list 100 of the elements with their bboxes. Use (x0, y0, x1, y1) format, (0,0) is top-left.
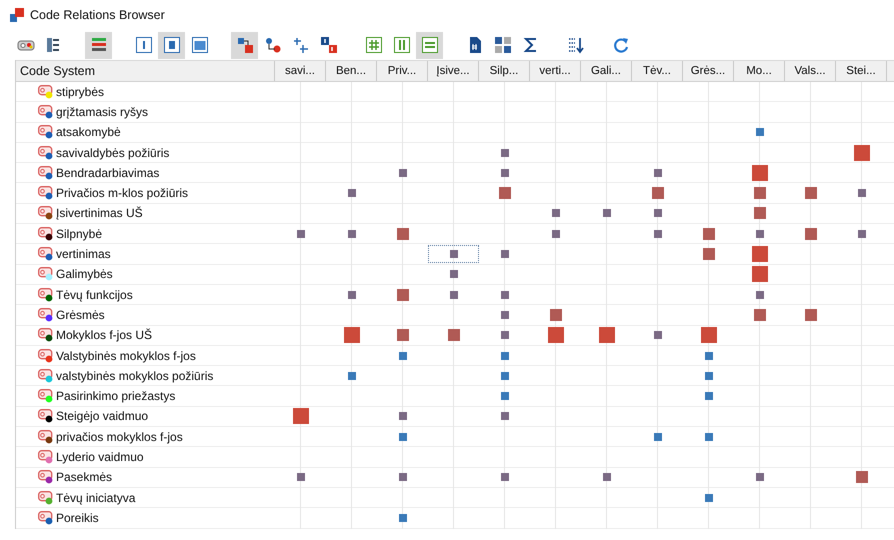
relation-square[interactable] (654, 168, 662, 177)
relation-square[interactable] (752, 246, 768, 262)
column-header[interactable]: Grės... (683, 61, 734, 81)
code-label[interactable]: savivaldybės požiūris (56, 146, 170, 160)
code-label[interactable]: stiprybės (56, 84, 104, 99)
column-header[interactable]: Code System (16, 61, 275, 81)
relation-square[interactable] (398, 514, 406, 522)
relation-square[interactable] (602, 473, 610, 482)
relation-square[interactable] (756, 128, 764, 136)
relation-square[interactable] (704, 352, 712, 360)
code-label[interactable]: Lyderio vaidmuo (56, 450, 144, 464)
relation-square[interactable] (292, 408, 308, 424)
column-header[interactable]: Įsive... (428, 61, 479, 81)
relation-square[interactable] (450, 290, 458, 299)
code-label[interactable]: Tėvų funkcijos (56, 288, 133, 302)
relation-square[interactable] (500, 250, 508, 258)
relation-square[interactable] (552, 209, 560, 218)
code-label[interactable]: atsakomybė (56, 125, 121, 140)
code-label[interactable]: Bendradarbiavimas (56, 166, 160, 180)
relation-square[interactable] (500, 148, 508, 157)
relation-square[interactable] (654, 230, 662, 238)
relation-square[interactable] (500, 331, 508, 340)
column-header[interactable]: Silp... (479, 61, 530, 81)
relation-square[interactable] (450, 270, 458, 278)
relation-square[interactable] (754, 207, 766, 220)
relation-square[interactable] (552, 230, 560, 238)
relation-square[interactable] (396, 228, 408, 240)
toolbar-button[interactable] (158, 32, 185, 58)
column-header[interactable]: Tėv... (632, 61, 683, 81)
code-label[interactable]: Tėvų iniciatyva (56, 490, 136, 505)
relation-square[interactable] (398, 352, 406, 360)
relation-square[interactable] (344, 327, 360, 344)
relation-square[interactable] (500, 168, 508, 177)
relation-square[interactable] (348, 230, 356, 238)
relation-square[interactable] (752, 266, 768, 282)
relation-square[interactable] (348, 372, 356, 380)
relation-square[interactable] (858, 230, 866, 238)
column-header[interactable]: Ben... (326, 61, 377, 81)
code-label[interactable]: Valstybinės mokyklos f-jos (56, 348, 196, 362)
relation-square[interactable] (498, 187, 510, 200)
relation-square[interactable] (654, 209, 662, 218)
code-label[interactable]: Privačios m-klos požiūris (56, 186, 188, 200)
code-label[interactable]: Grėsmės (56, 308, 105, 322)
column-header[interactable]: Priv... (377, 61, 428, 81)
relation-square[interactable] (754, 308, 766, 321)
relation-square[interactable] (858, 189, 866, 198)
relation-square[interactable] (548, 327, 564, 344)
code-label[interactable]: grįžtamasis ryšys (56, 104, 148, 119)
code-label[interactable]: Silpnybė (56, 226, 102, 241)
relation-square[interactable] (856, 471, 868, 484)
code-label[interactable]: valstybinės mokyklos požiūris (56, 368, 214, 383)
relation-square[interactable] (702, 228, 714, 240)
relation-square[interactable] (348, 189, 356, 198)
code-label[interactable]: Mokyklos f-jos UŠ (56, 328, 152, 342)
relation-square[interactable] (704, 432, 712, 441)
relation-square[interactable] (654, 331, 662, 340)
code-label[interactable]: privačios mokyklos f-jos (56, 430, 183, 444)
relation-square[interactable] (500, 392, 508, 400)
relation-square[interactable] (450, 250, 458, 258)
code-label[interactable]: Įsivertinimas UŠ (56, 206, 143, 220)
relation-square[interactable] (398, 168, 406, 177)
relation-square[interactable] (704, 392, 712, 400)
relation-square[interactable] (704, 494, 712, 502)
column-header[interactable]: Gali... (581, 61, 632, 81)
relation-square[interactable] (296, 230, 304, 238)
relation-square[interactable] (396, 288, 408, 301)
relation-square[interactable] (398, 412, 406, 420)
relation-square[interactable] (500, 473, 508, 482)
column-header[interactable]: Stei... (836, 61, 887, 81)
relation-square[interactable] (804, 187, 816, 200)
code-label[interactable]: Pasekmės (56, 470, 112, 484)
relation-square[interactable] (500, 412, 508, 420)
relation-square[interactable] (398, 432, 406, 441)
relation-square[interactable] (654, 432, 662, 441)
column-header[interactable]: Vals... (785, 61, 836, 81)
relation-square[interactable] (500, 372, 508, 380)
relation-square[interactable] (296, 473, 304, 482)
relation-square[interactable] (396, 329, 408, 342)
relation-square[interactable] (652, 187, 664, 200)
relation-square[interactable] (756, 290, 764, 299)
column-header[interactable]: verti... (530, 61, 581, 81)
toolbar-button[interactable] (85, 32, 112, 58)
relation-square[interactable] (500, 310, 508, 319)
relation-square[interactable] (854, 144, 870, 161)
relation-square[interactable] (702, 248, 714, 260)
relation-square[interactable] (700, 327, 716, 344)
relation-square[interactable] (704, 372, 712, 380)
relation-square[interactable] (398, 473, 406, 482)
code-label[interactable]: vertinimas (56, 247, 111, 262)
relation-square[interactable] (756, 473, 764, 482)
relation-square[interactable] (500, 290, 508, 299)
code-label[interactable]: Steigėjo vaidmuo (56, 409, 148, 424)
relation-square[interactable] (448, 329, 460, 342)
code-label[interactable]: Poreikis (56, 510, 99, 525)
relation-square[interactable] (804, 228, 816, 240)
relation-square[interactable] (598, 327, 614, 344)
relation-square[interactable] (752, 164, 768, 181)
code-label[interactable]: Pasirinkimo priežastys (56, 389, 176, 404)
relation-square[interactable] (550, 308, 562, 321)
relation-square[interactable] (348, 290, 356, 299)
